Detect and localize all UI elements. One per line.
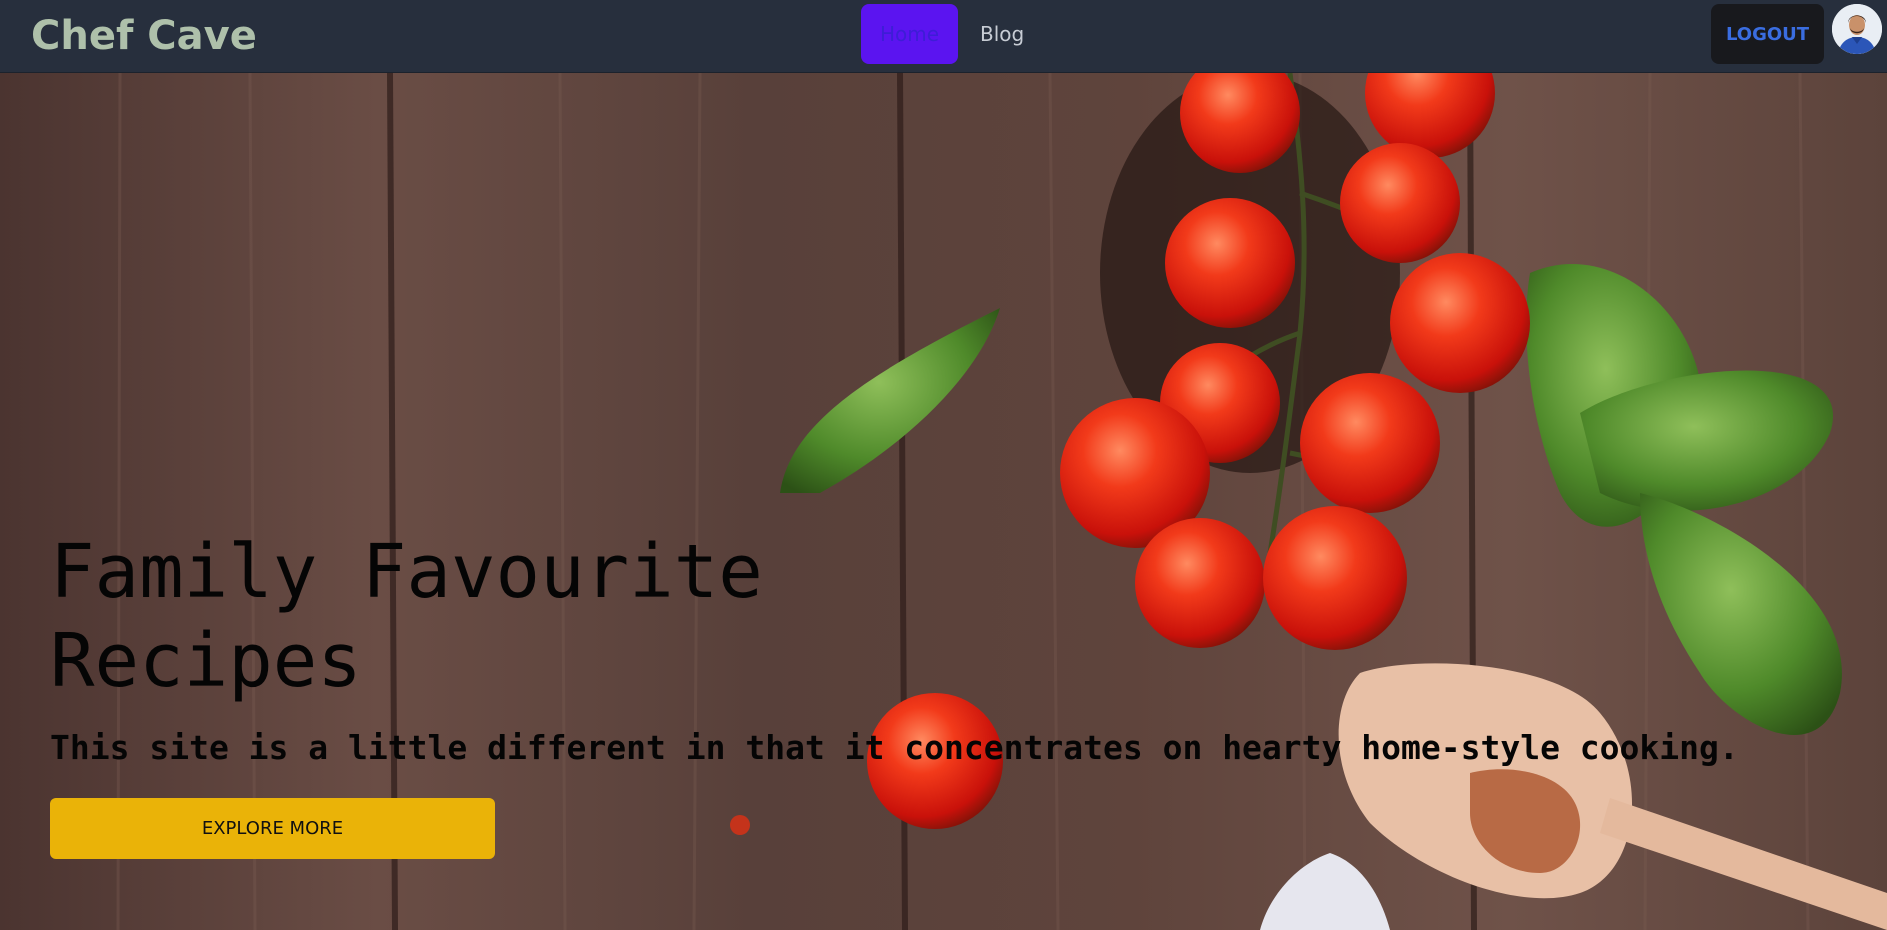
logout-button[interactable]: LOGOUT	[1711, 4, 1824, 64]
nav-link-home[interactable]: Home	[861, 4, 958, 64]
explore-more-button[interactable]: EXPLORE MORE	[50, 798, 495, 859]
hero-title: Family Favourite Recipes	[50, 529, 763, 704]
nav-links: Home Blog	[861, 4, 1024, 64]
hero-section: Family Favourite Recipes This site is a …	[0, 73, 1887, 930]
top-navbar: Chef Cave Home Blog LOGOUT	[0, 0, 1887, 73]
nav-link-blog[interactable]: Blog	[980, 4, 1024, 64]
brand-logo[interactable]: Chef Cave	[31, 8, 257, 64]
hero-subtitle: This site is a little different in that …	[50, 728, 1739, 767]
user-avatar-icon[interactable]	[1832, 4, 1882, 54]
